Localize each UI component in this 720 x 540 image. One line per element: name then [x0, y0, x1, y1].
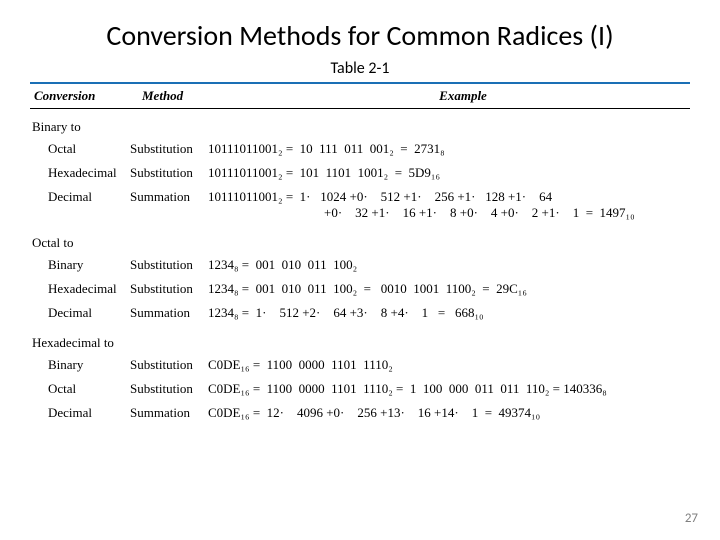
cell-conversion: Hexadecimal: [48, 165, 130, 181]
cell-method: Summation: [130, 405, 208, 421]
group-title: Binary to: [30, 119, 690, 137]
cell-example: C0DE₁₆ = 1100 0000 1101 1110₂: [208, 357, 690, 373]
table-row: BinarySubstitutionC0DE₁₆ = 1100 0000 110…: [30, 353, 690, 377]
group: Hexadecimal toBinarySubstitutionC0DE₁₆ =…: [30, 335, 690, 425]
cell-method: Substitution: [130, 357, 208, 373]
cell-example: 10111011001₂ = 101 1101 1001₂ = 5D9₁₆: [208, 165, 690, 181]
cell-example: C0DE₁₆ = 12· 4096 +0· 256 +13· 16 +14· 1…: [208, 405, 690, 421]
top-rule: [30, 82, 690, 84]
table-row: HexadecimalSubstitution1234₈ = 001 010 0…: [30, 277, 690, 301]
cell-conversion: Decimal: [48, 189, 130, 221]
table-body: Binary toOctalSubstitution10111011001₂ =…: [30, 119, 690, 425]
table-row: OctalSubstitutionC0DE₁₆ = 1100 0000 1101…: [30, 377, 690, 401]
table-row: HexadecimalSubstitution10111011001₂ = 10…: [30, 161, 690, 185]
cell-method: Substitution: [130, 257, 208, 273]
cell-method: Substitution: [130, 381, 208, 397]
group-title: Octal to: [30, 235, 690, 253]
cell-example: 1234₈ = 001 010 011 100₂ = 0010 1001 110…: [208, 281, 690, 297]
table-row: DecimalSummation1234₈ = 1· 512 +2· 64 +3…: [30, 301, 690, 325]
header-row: Conversion Method Example: [30, 86, 690, 106]
cell-conversion: Octal: [48, 141, 130, 157]
table-row: BinarySubstitution1234₈ = 001 010 011 10…: [30, 253, 690, 277]
group: Binary toOctalSubstitution10111011001₂ =…: [30, 119, 690, 225]
cell-method: Substitution: [130, 141, 208, 157]
cell-example: 1234₈ = 001 010 011 100₂: [208, 257, 690, 273]
col-example: Example: [236, 86, 690, 106]
table-row: DecimalSummationC0DE₁₆ = 12· 4096 +0· 25…: [30, 401, 690, 425]
cell-conversion: Decimal: [48, 305, 130, 321]
cell-conversion: Hexadecimal: [48, 281, 130, 297]
cell-method: Substitution: [130, 281, 208, 297]
cell-method: Summation: [130, 305, 208, 321]
table-row: DecimalSummation10111011001₂ = 1· 1024 +…: [30, 185, 690, 225]
cell-conversion: Binary: [48, 257, 130, 273]
cell-example: 10111011001₂ = 1· 1024 +0· 512 +1· 256 +…: [208, 189, 690, 221]
cell-method: Summation: [130, 189, 208, 221]
col-method: Method: [138, 86, 236, 106]
col-conversion: Conversion: [30, 86, 138, 106]
page-number: 27: [685, 511, 698, 526]
mid-rule: [30, 108, 690, 109]
page-title: Conversion Methods for Common Radices (I…: [30, 18, 690, 53]
group: Octal toBinarySubstitution1234₈ = 001 01…: [30, 235, 690, 325]
cell-conversion: Binary: [48, 357, 130, 373]
cell-example: 1234₈ = 1· 512 +2· 64 +3· 8 +4· 1 = 668₁…: [208, 305, 690, 321]
cell-example: 10111011001₂ = 10 111 011 001₂ = 2731₈: [208, 141, 690, 157]
cell-conversion: Octal: [48, 381, 130, 397]
cell-conversion: Decimal: [48, 405, 130, 421]
cell-example: C0DE₁₆ = 1100 0000 1101 1110₂ = 1 100 00…: [208, 381, 690, 397]
table-row: OctalSubstitution10111011001₂ = 10 111 0…: [30, 137, 690, 161]
group-title: Hexadecimal to: [30, 335, 690, 353]
cell-method: Substitution: [130, 165, 208, 181]
table-caption: Table 2-1: [30, 59, 690, 78]
